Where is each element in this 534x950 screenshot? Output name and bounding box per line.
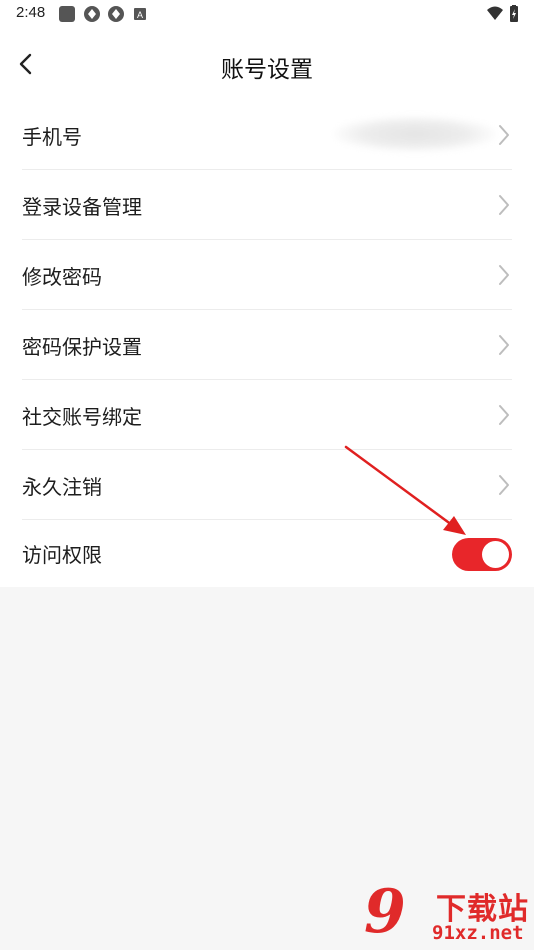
password-protection-item[interactable]: 密码保护设置 xyxy=(22,310,512,380)
phone-number-item[interactable]: 手机号 xyxy=(22,100,512,170)
battery-icon xyxy=(510,5,518,22)
access-permission-toggle[interactable] xyxy=(452,538,512,571)
device-management-label: 登录设备管理 xyxy=(22,195,142,219)
chevron-right-icon xyxy=(499,195,509,215)
password-protection-label: 密码保护设置 xyxy=(22,335,142,359)
status-system-icons xyxy=(487,5,518,22)
chevron-right-icon xyxy=(499,405,509,425)
toggle-knob xyxy=(482,541,509,568)
phone-number-label: 手机号 xyxy=(22,125,82,149)
social-account-binding-label: 社交账号绑定 xyxy=(22,405,142,429)
social-account-binding-item[interactable]: 社交账号绑定 xyxy=(22,380,512,450)
status-notification-icons: A xyxy=(59,6,146,22)
sync-icon xyxy=(108,6,124,22)
watermark-logo: 9 下载站 91xz.net xyxy=(360,880,534,950)
sync-icon xyxy=(84,6,100,22)
wifi-icon xyxy=(487,6,503,20)
access-permission-item: 访问权限 xyxy=(22,518,512,588)
watermark-logo-mark: 9 xyxy=(364,877,406,947)
chevron-right-icon xyxy=(499,335,509,355)
chevron-right-icon xyxy=(499,265,509,285)
nav-bar: 账号设置 xyxy=(0,28,534,100)
phone-number-value-blurred xyxy=(334,116,496,152)
change-password-item[interactable]: 修改密码 xyxy=(22,240,512,310)
device-management-item[interactable]: 登录设备管理 xyxy=(22,170,512,240)
chevron-right-icon xyxy=(499,125,509,145)
change-password-label: 修改密码 xyxy=(22,265,102,289)
chevron-right-icon xyxy=(499,475,509,495)
status-bar: 2:48 A xyxy=(0,0,534,28)
svg-text:A: A xyxy=(137,10,143,20)
app-notification-icon xyxy=(59,6,75,22)
watermark-url: 91xz.net xyxy=(432,922,524,944)
access-permission-label: 访问权限 xyxy=(22,543,102,567)
delete-account-label: 永久注销 xyxy=(22,475,102,499)
page-title: 账号设置 xyxy=(221,57,313,83)
status-time: 2:48 xyxy=(16,4,46,21)
text-notification-icon: A xyxy=(134,8,146,20)
settings-list: 手机号 登录设备管理 修改密码 密码保护设置 社交账号绑定 永久注销 访问权限 xyxy=(0,100,534,587)
delete-account-item[interactable]: 永久注销 xyxy=(22,450,512,520)
